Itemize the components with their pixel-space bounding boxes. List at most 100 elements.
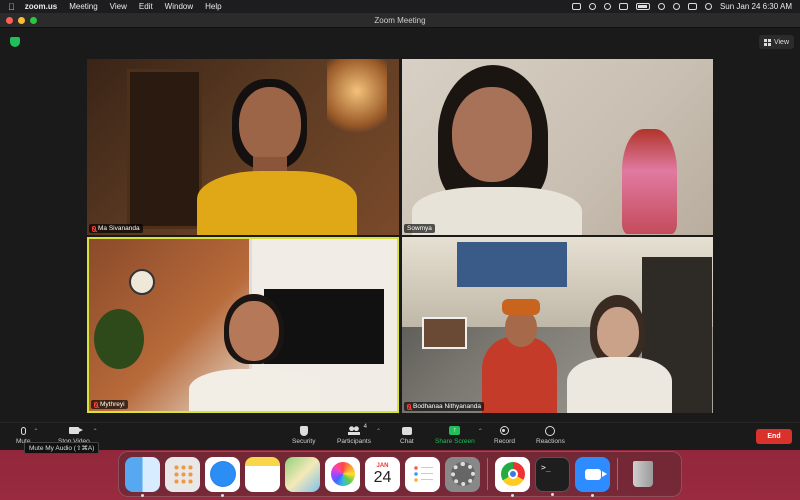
- video-status-icon[interactable]: [571, 3, 581, 10]
- tile-background: [622, 129, 677, 234]
- participant-video: [197, 171, 357, 235]
- control-center-icon[interactable]: [687, 3, 697, 10]
- grid-view-icon: [763, 38, 771, 46]
- participant-video: [567, 357, 672, 413]
- record-status-icon[interactable]: [603, 3, 611, 10]
- compass-icon: [209, 461, 236, 487]
- display-icon[interactable]: [618, 3, 628, 10]
- participant-video: [452, 87, 532, 182]
- participant-name: Sowmya: [407, 225, 432, 232]
- chevron-up-icon[interactable]: ⌃: [376, 428, 381, 435]
- participant-video: [229, 301, 279, 361]
- microphone-icon: [20, 426, 26, 435]
- share-arrow-icon: ↑: [449, 426, 461, 435]
- participant-name-label: Ma Sivananda: [89, 224, 143, 233]
- participant-video: [597, 307, 639, 359]
- siri-icon[interactable]: [704, 3, 712, 10]
- video-camera-icon: [584, 468, 607, 480]
- launchpad-grid: [172, 464, 193, 484]
- participant-name-label: Sowmya: [404, 224, 435, 233]
- running-indicator: [511, 493, 514, 497]
- trash-can: [632, 461, 653, 487]
- mute-tooltip: Mute My Audio (⇧⌘A): [24, 442, 100, 454]
- finder-icon[interactable]: [125, 456, 160, 497]
- running-indicator: [221, 493, 224, 497]
- cloud-icon[interactable]: [588, 3, 596, 10]
- system-preferences-icon[interactable]: [445, 456, 480, 492]
- muted-mic-icon: [407, 403, 411, 410]
- apple-menu-icon[interactable]: : [8, 2, 15, 12]
- menu-app-name[interactable]: zoom.us: [25, 2, 57, 11]
- battery-icon[interactable]: [635, 3, 650, 10]
- record-icon: [499, 426, 509, 435]
- chevron-up-icon[interactable]: ⌃: [93, 428, 98, 435]
- menu-help[interactable]: Help: [205, 2, 221, 11]
- participants-button[interactable]: 4 Participants ⌃: [337, 424, 381, 445]
- menu-meeting[interactable]: Meeting: [69, 2, 97, 11]
- smiley-icon: [545, 425, 556, 436]
- participant-name: Bodhanaa Nithyananda: [413, 403, 481, 410]
- muted-mic-icon: [94, 401, 98, 408]
- view-button[interactable]: View: [758, 35, 794, 49]
- video-tile-4[interactable]: Bodhanaa Nithyananda: [402, 237, 713, 413]
- menu-bar:  zoom.us Meeting View Edit Window Help …: [0, 0, 800, 13]
- terminal-prompt: >_: [541, 462, 551, 472]
- zoom-app-icon[interactable]: [575, 456, 610, 497]
- video-tile-2[interactable]: Sowmya: [402, 59, 713, 235]
- chat-label: Chat: [400, 438, 414, 445]
- shield-icon: [299, 425, 308, 436]
- record-label: Record: [494, 438, 515, 445]
- reminders-icon[interactable]: [405, 456, 440, 492]
- video-tile-3[interactable]: Mythreyi: [87, 237, 399, 413]
- menu-edit[interactable]: Edit: [139, 2, 153, 11]
- wall-clock-icon: [129, 269, 155, 295]
- minimize-window-button[interactable]: [18, 16, 25, 24]
- security-label: Security: [292, 438, 316, 445]
- chat-bubble-icon: [401, 426, 412, 435]
- reminders-list: [412, 465, 433, 483]
- photos-icon[interactable]: [325, 456, 360, 492]
- dock: JAN 24 >_: [118, 451, 682, 497]
- share-screen-label: Share Screen: [435, 438, 475, 445]
- participant-count: 4: [363, 424, 367, 430]
- chat-button[interactable]: Chat: [400, 425, 414, 445]
- menu-window[interactable]: Window: [165, 2, 193, 11]
- participant-name: Mythreyi: [100, 401, 125, 408]
- fullscreen-window-button[interactable]: [30, 16, 37, 24]
- search-icon[interactable]: [672, 3, 680, 10]
- calendar-icon[interactable]: JAN 24: [365, 456, 400, 492]
- chrome-icon[interactable]: [495, 456, 530, 497]
- menu-view[interactable]: View: [110, 2, 127, 11]
- photos-flower: [330, 462, 355, 486]
- chevron-up-icon[interactable]: ⌃: [478, 428, 483, 435]
- share-screen-button[interactable]: ↑ Share Screen ⌃: [435, 425, 483, 445]
- participant-video: [502, 299, 540, 315]
- running-indicator: [591, 493, 594, 497]
- window-titlebar: Zoom Meeting: [0, 13, 800, 28]
- terminal-icon[interactable]: >_: [535, 456, 570, 496]
- notes-icon[interactable]: [245, 456, 280, 492]
- participant-video: [239, 87, 301, 162]
- video-tile-1[interactable]: Ma Sivananda: [87, 59, 399, 235]
- participant-name-label: Mythreyi: [91, 400, 128, 409]
- wifi-icon[interactable]: [657, 3, 665, 10]
- muted-mic-icon: [92, 225, 96, 232]
- participant-name-label: Bodhanaa Nithyananda: [404, 402, 484, 411]
- tile-background: [127, 69, 202, 229]
- maps-icon[interactable]: [285, 456, 320, 492]
- close-window-button[interactable]: [6, 16, 13, 24]
- trash-icon[interactable]: [625, 457, 660, 492]
- video-camera-icon: [68, 427, 83, 434]
- safari-icon[interactable]: [205, 456, 240, 497]
- record-button[interactable]: Record: [494, 425, 515, 445]
- dock-separator: [487, 458, 488, 490]
- menu-clock[interactable]: Sun Jan 24 6:30 AM: [720, 2, 792, 11]
- launchpad-icon[interactable]: [165, 456, 200, 492]
- participants-label: Participants: [337, 438, 371, 445]
- encryption-shield-icon[interactable]: [10, 37, 20, 47]
- gear-icon: [450, 462, 475, 486]
- end-meeting-button[interactable]: End: [756, 429, 792, 444]
- chevron-up-icon[interactable]: ⌃: [33, 428, 38, 435]
- reactions-button[interactable]: Reactions: [536, 425, 565, 445]
- security-button[interactable]: Security: [292, 425, 315, 445]
